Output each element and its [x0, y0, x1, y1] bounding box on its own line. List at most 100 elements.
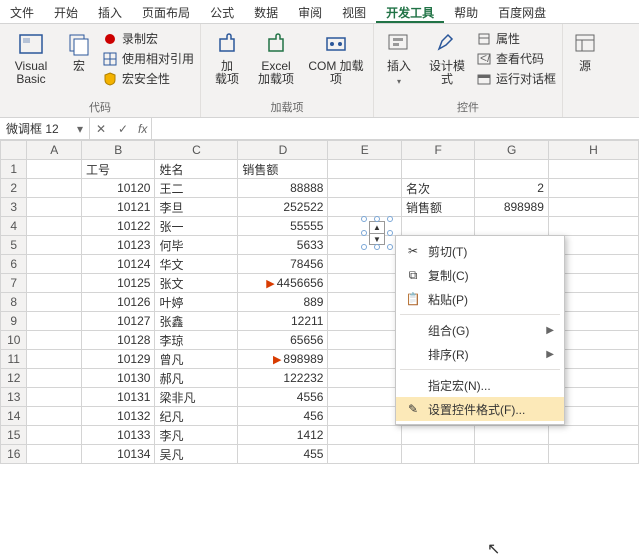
col-header-C[interactable]: C — [155, 141, 238, 160]
cell[interactable]: 10132 — [81, 407, 154, 426]
cell[interactable] — [548, 160, 638, 179]
cell[interactable]: 张文 — [155, 274, 238, 293]
tab-审阅[interactable]: 审阅 — [288, 0, 332, 23]
cell[interactable]: 张鑫 — [155, 312, 238, 331]
cell[interactable]: 55555 — [238, 217, 328, 236]
row-header[interactable]: 3 — [1, 198, 27, 217]
select-all[interactable] — [1, 141, 27, 160]
cancel-icon[interactable]: ✕ — [90, 122, 112, 136]
cell[interactable] — [27, 293, 82, 312]
com-addins-button[interactable]: COM 加载项 — [305, 26, 367, 86]
design-mode-button[interactable]: 设计模式 — [424, 26, 470, 86]
col-header-G[interactable]: G — [475, 141, 548, 160]
cell[interactable] — [328, 407, 401, 426]
tab-页面布局[interactable]: 页面布局 — [132, 0, 200, 23]
cell[interactable]: 叶婷 — [155, 293, 238, 312]
cell[interactable]: 吴凡 — [155, 445, 238, 464]
cell[interactable]: 5633 — [238, 236, 328, 255]
tab-帮助[interactable]: 帮助 — [444, 0, 488, 23]
cell[interactable]: 销售额 — [238, 160, 328, 179]
cell[interactable] — [548, 198, 638, 217]
cell[interactable]: 252522 — [238, 198, 328, 217]
cell[interactable]: ▶898989 — [238, 350, 328, 369]
cell[interactable] — [548, 426, 638, 445]
cell[interactable]: 李凡 — [155, 426, 238, 445]
cell[interactable]: 10120 — [81, 179, 154, 198]
cell[interactable]: 10129 — [81, 350, 154, 369]
cell[interactable]: 曾凡 — [155, 350, 238, 369]
source-button[interactable]: 源 — [569, 26, 601, 73]
cell[interactable] — [27, 274, 82, 293]
cell[interactable]: 名次 — [401, 179, 474, 198]
cell[interactable]: 10126 — [81, 293, 154, 312]
col-header-D[interactable]: D — [238, 141, 328, 160]
cell[interactable]: 张一 — [155, 217, 238, 236]
view-code-button[interactable]: </>查看代码 — [476, 50, 556, 67]
cell[interactable]: 4556 — [238, 388, 328, 407]
cell[interactable] — [475, 445, 548, 464]
tab-百度网盘[interactable]: 百度网盘 — [488, 0, 556, 23]
cell[interactable] — [27, 445, 82, 464]
cell[interactable]: 销售额 — [401, 198, 474, 217]
cell[interactable]: 10130 — [81, 369, 154, 388]
row-header[interactable]: 14 — [1, 407, 27, 426]
cell[interactable] — [27, 312, 82, 331]
cell[interactable]: 李琼 — [155, 331, 238, 350]
record-macro-button[interactable]: 录制宏 — [102, 30, 194, 47]
cell[interactable] — [401, 160, 474, 179]
cell[interactable] — [27, 217, 82, 236]
cell[interactable]: 455 — [238, 445, 328, 464]
row-header[interactable]: 4 — [1, 217, 27, 236]
cell[interactable]: 2 — [475, 179, 548, 198]
cell[interactable]: 何毕 — [155, 236, 238, 255]
cell[interactable]: 889 — [238, 293, 328, 312]
cell[interactable] — [328, 274, 401, 293]
cell[interactable] — [27, 331, 82, 350]
cell[interactable] — [475, 160, 548, 179]
row-header[interactable]: 8 — [1, 293, 27, 312]
cell[interactable]: 10124 — [81, 255, 154, 274]
cell[interactable] — [328, 426, 401, 445]
col-header-F[interactable]: F — [401, 141, 474, 160]
cell[interactable] — [328, 255, 401, 274]
cell[interactable]: 王二 — [155, 179, 238, 198]
row-header[interactable]: 12 — [1, 369, 27, 388]
row-header[interactable]: 10 — [1, 331, 27, 350]
cell[interactable]: 10133 — [81, 426, 154, 445]
tab-文件[interactable]: 文件 — [0, 0, 44, 23]
row-header[interactable]: 2 — [1, 179, 27, 198]
properties-button[interactable]: 属性 — [476, 30, 556, 47]
cell[interactable]: 姓名 — [155, 160, 238, 179]
row-header[interactable]: 13 — [1, 388, 27, 407]
tab-插入[interactable]: 插入 — [88, 0, 132, 23]
cell[interactable]: ▶4456656 — [238, 274, 328, 293]
cell[interactable] — [27, 369, 82, 388]
row-header[interactable]: 5 — [1, 236, 27, 255]
cell[interactable]: 122232 — [238, 369, 328, 388]
visual-basic-button[interactable]: Visual Basic — [6, 26, 56, 86]
row-header[interactable]: 9 — [1, 312, 27, 331]
cell[interactable]: 10134 — [81, 445, 154, 464]
cell[interactable] — [328, 198, 401, 217]
name-box[interactable]: 微调框 12▾ — [0, 118, 90, 139]
col-header-H[interactable]: H — [548, 141, 638, 160]
cell[interactable] — [548, 445, 638, 464]
row-header[interactable]: 15 — [1, 426, 27, 445]
cell[interactable] — [548, 217, 638, 236]
cell[interactable]: 12211 — [238, 312, 328, 331]
row-header[interactable]: 6 — [1, 255, 27, 274]
cell[interactable]: 郝凡 — [155, 369, 238, 388]
cell[interactable]: 898989 — [475, 198, 548, 217]
cell[interactable]: 78456 — [238, 255, 328, 274]
cell[interactable] — [27, 179, 82, 198]
insert-control-button[interactable]: 插入▾ — [380, 26, 418, 88]
cell[interactable] — [27, 198, 82, 217]
macro-security-button[interactable]: 宏安全性 — [102, 70, 194, 87]
cell[interactable]: 10122 — [81, 217, 154, 236]
cell[interactable]: 10128 — [81, 331, 154, 350]
tab-开始[interactable]: 开始 — [44, 0, 88, 23]
cell[interactable]: 纪凡 — [155, 407, 238, 426]
cell[interactable] — [27, 236, 82, 255]
cell[interactable] — [27, 388, 82, 407]
menu-copy[interactable]: ⧉复制(C) — [396, 263, 564, 287]
